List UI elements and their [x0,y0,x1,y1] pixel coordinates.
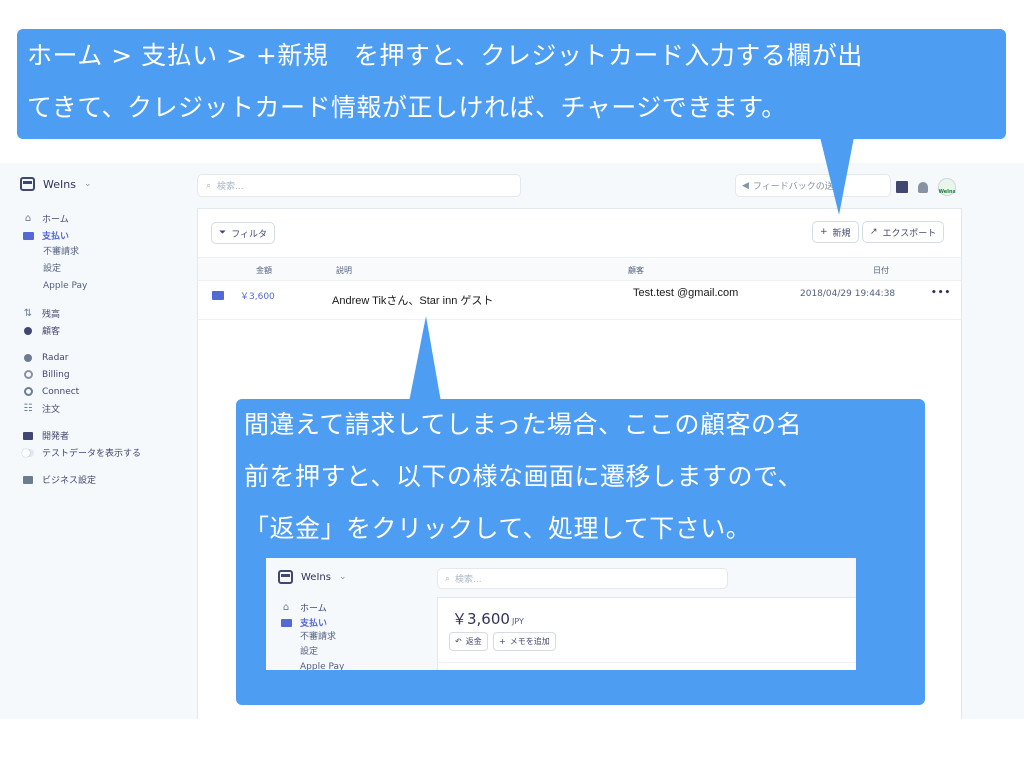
account-switcher[interactable]: WeIns ⌄ [20,177,92,191]
callout-mid-line1: 間違えて請求してしまった場合、ここの顧客の名 [244,410,803,439]
user-icon [22,325,34,337]
refund-screen-inset: WeIns ⌄ ⌂ ホーム 支払い 不審請求 設定 Apple Pay ⌕ 検索… [266,558,856,670]
new-payment-button[interactable]: + 新規 [813,222,858,242]
filter-icon: ⏷ [219,228,227,238]
home-icon: ⌂ [24,213,32,224]
inset-sidebar-settings: 設定 [300,647,319,657]
export-button[interactable]: ↗ エクスポート [863,222,944,242]
sidebar-item-disputes[interactable]: 不審請求 [22,244,141,261]
row-customer[interactable]: Test.test @gmail.com [633,287,738,299]
avatar[interactable]: WeIns [938,178,956,196]
plus-icon: + [820,227,828,237]
export-arrow-icon: ↗ [870,227,878,237]
table-row[interactable]: ￥3,600 Andrew Tikさん、Star inn ゲスト Test.te… [198,281,961,320]
test-data-toggle[interactable]: テストデータを表示する [22,444,141,461]
transfer-arrows-icon: ⇅ [23,308,33,319]
filter-button[interactable]: ⏷ フィルタ [212,223,275,243]
sidebar-nav: ⌂ ホーム 支払い 不審請求 設定 Apple Pay ⇅ 残高 顧客 Rada… [22,210,141,488]
card-icon [280,617,292,629]
row-description: Andrew Tikさん、Star inn ゲスト [332,295,494,307]
card-icon [22,230,34,242]
search-icon: ⌕ [206,180,212,191]
header-customer: 顧客 [628,266,644,275]
callout-top-line2: てきて、クレジットカード情報が正しければ、チャージできます。 [27,93,787,122]
sidebar-item-settings[interactable]: 設定 [22,261,141,278]
sidebar-item-connect[interactable]: Connect [22,383,141,400]
sidebar-item-balance[interactable]: ⇅ 残高 [22,305,141,322]
top-icons: WeIns [896,178,956,196]
search-input[interactable]: ⌕ 検索... [198,175,520,196]
feedback-button[interactable]: ◀ フィードバックの送信 [736,175,890,196]
sidebar-item-apple-pay[interactable]: Apple Pay [22,278,141,295]
store-icon [20,177,35,191]
callout-mid-line2: 前を押すと、以下の様な画面に遷移しますので、 [244,462,804,491]
callout-top-pointer [820,137,854,215]
sidebar-item-orders[interactable]: ☷ 注文 [22,400,141,417]
store-icon [278,570,293,584]
billing-icon [22,369,34,381]
docs-book-icon[interactable] [896,181,908,193]
inset-sidebar-disputes: 不審請求 [300,632,337,642]
inset-payment-detail: ￥3,600 JPY ↶ 返金 + メモを追加 [438,598,856,670]
page-bottom [0,719,1024,768]
row-more-icon[interactable]: ••• [931,288,951,298]
home-icon: ⌂ [282,602,290,613]
plus-icon: + [499,637,506,646]
connect-icon [22,386,34,398]
inset-account-switcher: WeIns ⌄ [278,570,347,584]
orders-icon: ☷ [23,403,33,414]
inset-search-input: ⌕ 検索... [438,569,727,588]
sidebar-item-customers[interactable]: 顧客 [22,322,141,339]
sidebar-item-radar[interactable]: Radar [22,349,141,366]
row-amount: ￥3,600 [240,292,275,302]
terminal-icon [22,430,34,442]
radar-icon [22,352,34,364]
callout-top-line1: ホーム > 支払い > +新規 を押すと、クレジットカード入力する欄が出 [27,41,863,70]
row-date: 2018/04/29 19:44:38 [800,289,896,299]
megaphone-icon: ◀ [742,180,749,191]
inset-amount: ￥3,600 JPY [452,610,524,628]
undo-arrow-icon: ↶ [455,637,462,646]
refund-button[interactable]: ↶ 返金 [450,633,487,650]
inset-sidebar-nav: ⌂ ホーム 支払い 不審請求 設定 Apple Pay [280,600,344,670]
callout-mid-pointer [409,316,441,402]
add-memo-button[interactable]: + メモを追加 [494,633,555,650]
inset-currency: JPY [511,617,524,626]
sidebar-item-billing[interactable]: Billing [22,366,141,383]
sidebar-item-business-settings[interactable]: ビジネス設定 [22,471,141,488]
divider [438,662,856,663]
table-header: 金額 説明 顧客 日付 [198,257,961,281]
sidebar: WeIns ⌄ ⌂ ホーム 支払い 不審請求 設定 Apple Pay ⇅ 残高… [0,163,190,719]
account-name: WeIns [43,177,76,191]
inset-sidebar-apple-pay: Apple Pay [300,662,345,670]
header-description: 説明 [336,266,352,275]
chevron-down-icon: ⌄ [338,572,347,582]
header-amount: 金額 [256,266,272,275]
chevron-down-icon: ⌄ [83,179,92,189]
toggle-icon [22,447,34,459]
callout-mid-line3: 「返金」をクリックして、処理して下さい。 [244,514,752,543]
search-icon: ⌕ [445,573,451,584]
sidebar-item-developers[interactable]: 開発者 [22,427,141,444]
inset-sidebar-payments: 支払い [280,615,344,630]
inset-sidebar-home: ⌂ ホーム [280,600,344,615]
header-date: 日付 [873,266,889,275]
sidebar-item-payments[interactable]: 支払い [22,227,141,244]
settings-box-icon [22,474,34,486]
sidebar-item-home[interactable]: ⌂ ホーム [22,210,141,227]
callout-new-payment: ホーム > 支払い > +新規 を押すと、クレジットカード入力する欄が出 てきて… [17,29,1006,139]
bell-icon[interactable] [918,181,928,193]
